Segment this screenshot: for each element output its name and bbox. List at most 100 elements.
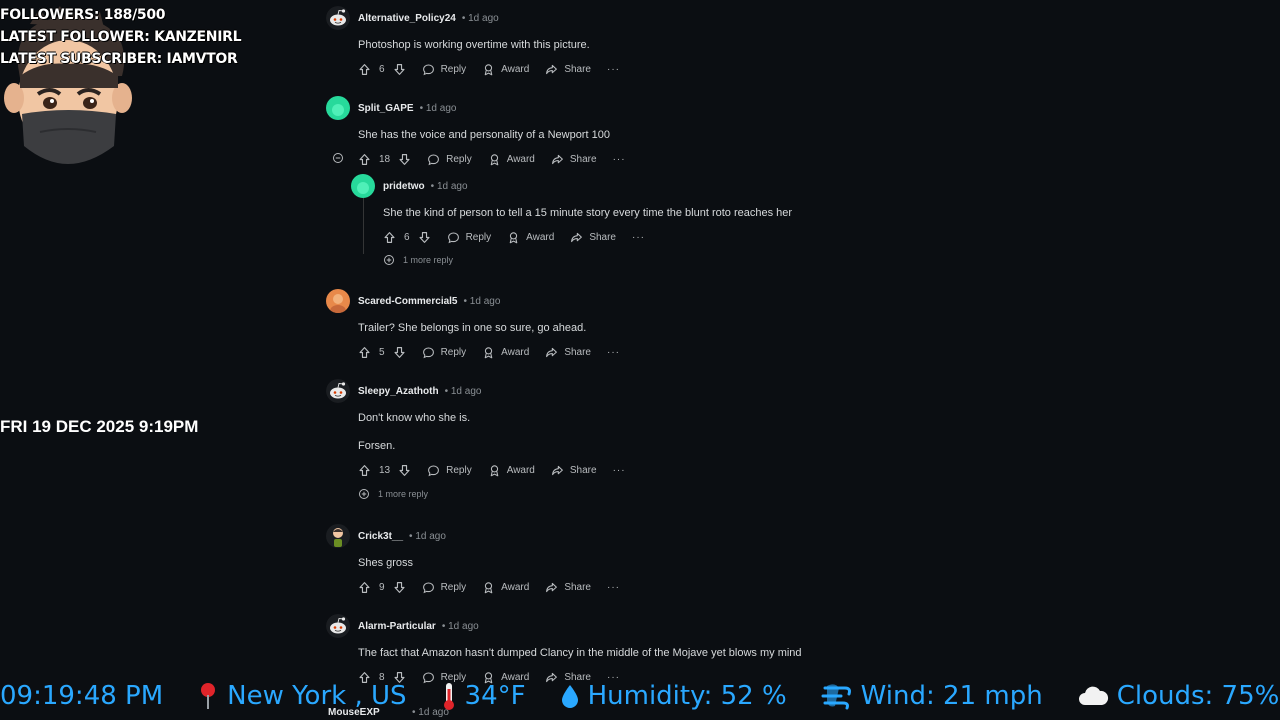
award-button[interactable]: Award: [507, 231, 554, 244]
share-button[interactable]: Share: [545, 346, 591, 359]
comment-username[interactable]: Scared-Commercial5: [358, 296, 458, 307]
comment-actions: 5 Reply Award Share ···: [358, 342, 620, 362]
user-avatar-icon[interactable]: [326, 379, 350, 403]
comment-text: She the kind of person to tell a 15 minu…: [383, 207, 793, 219]
downvote-icon[interactable]: [393, 63, 406, 76]
more-options-button[interactable]: ···: [607, 582, 620, 593]
upvote-icon[interactable]: [383, 231, 396, 244]
user-avatar-icon[interactable]: [326, 524, 350, 548]
reply-button[interactable]: Reply: [422, 581, 466, 594]
upvote-icon[interactable]: [358, 63, 371, 76]
downvote-icon[interactable]: [398, 464, 411, 477]
comment-username[interactable]: pridetwo: [383, 181, 425, 192]
reply-button[interactable]: Reply: [422, 346, 466, 359]
share-button[interactable]: Share: [545, 63, 591, 76]
droplet-icon: [561, 685, 578, 708]
share-button[interactable]: Share: [570, 231, 616, 244]
comment-thread: Alternative_Policy24 • 1d ago Photoshop …: [0, 0, 1280, 720]
award-icon: [482, 63, 495, 76]
expand-icon: [383, 254, 395, 266]
downvote-icon[interactable]: [418, 231, 431, 244]
latest-follower: LATEST FOLLOWER: KANZENIRL: [0, 29, 242, 45]
share-icon: [545, 581, 558, 594]
user-avatar-icon[interactable]: [351, 174, 375, 198]
award-button[interactable]: Award: [488, 153, 535, 166]
comment-username[interactable]: Alternative_Policy24: [358, 13, 456, 24]
comment: Crick3t__ • 1d ago Shes gross 9 Reply Aw…: [326, 524, 620, 597]
vote-control: 5: [358, 346, 406, 359]
award-button[interactable]: Award: [488, 464, 535, 477]
comment-username[interactable]: Alarm-Particular: [358, 621, 436, 632]
share-icon: [545, 63, 558, 76]
more-options-button[interactable]: ···: [613, 154, 626, 165]
vote-control: 9: [358, 581, 406, 594]
ticker-temperature: 34°F: [441, 681, 526, 711]
user-avatar-icon[interactable]: [326, 289, 350, 313]
vote-count: 6: [379, 63, 385, 75]
comment-timestamp: • 1d ago: [461, 12, 499, 24]
date-time-overlay: FRI 19 DEC 2025 9:19PM: [0, 417, 199, 436]
downvote-icon[interactable]: [398, 153, 411, 166]
reply-button[interactable]: Reply: [427, 153, 472, 166]
more-options-button[interactable]: ···: [607, 64, 620, 75]
comment-text: Photoshop is working overtime with this …: [358, 39, 590, 51]
reply-button[interactable]: Reply: [427, 464, 472, 477]
share-button[interactable]: Share: [551, 464, 597, 477]
upvote-icon[interactable]: [358, 464, 371, 477]
reply-icon: [447, 231, 460, 244]
reply-icon: [427, 153, 440, 166]
comment-username[interactable]: Split_GAPE: [358, 103, 414, 114]
award-button[interactable]: Award: [482, 581, 529, 594]
user-avatar-icon[interactable]: [326, 96, 350, 120]
award-button[interactable]: Award: [482, 346, 529, 359]
followers-count: FOLLOWERS: 188/500: [0, 7, 166, 23]
user-avatar-icon[interactable]: [326, 6, 350, 30]
share-icon: [570, 231, 583, 244]
comment-text: The fact that Amazon hasn't dumped Clanc…: [358, 647, 802, 659]
downvote-icon[interactable]: [393, 581, 406, 594]
vote-count: 18: [379, 153, 391, 165]
vote-count: 9: [379, 581, 385, 593]
expand-icon: [358, 488, 370, 500]
comment-text: Trailer? She belongs in one so sure, go …: [358, 322, 587, 334]
reply-icon: [422, 346, 435, 359]
downvote-icon[interactable]: [393, 346, 406, 359]
comment-username[interactable]: Sleepy_Azathoth: [358, 386, 439, 397]
more-replies-link[interactable]: 1 more reply: [358, 488, 428, 500]
reply-icon: [422, 63, 435, 76]
user-avatar-icon[interactable]: [326, 614, 350, 638]
pin-icon: [201, 683, 216, 709]
award-icon: [507, 231, 520, 244]
award-icon: [482, 346, 495, 359]
cloud-icon: [1078, 686, 1108, 705]
upvote-icon[interactable]: [358, 153, 371, 166]
reply-button[interactable]: Reply: [447, 231, 491, 244]
comment: Alternative_Policy24 • 1d ago Photoshop …: [326, 6, 620, 79]
share-icon: [551, 153, 564, 166]
more-options-button[interactable]: ···: [632, 232, 645, 243]
more-replies-link[interactable]: 1 more reply: [383, 254, 453, 266]
more-options-button[interactable]: ···: [613, 465, 626, 476]
award-button[interactable]: Award: [482, 63, 529, 76]
award-icon: [488, 464, 501, 477]
collapse-thread-icon[interactable]: [332, 152, 344, 164]
award-icon: [482, 581, 495, 594]
share-button[interactable]: Share: [551, 153, 597, 166]
stream-stats: FOLLOWERS: 188/500 LATEST FOLLOWER: KANZ…: [0, 4, 242, 70]
wind-icon: [821, 684, 851, 710]
upvote-icon[interactable]: [358, 346, 371, 359]
comment-timestamp: • 1d ago: [444, 385, 482, 397]
reply-button[interactable]: Reply: [422, 63, 466, 76]
latest-subscriber: LATEST SUBSCRIBER: IAMVTOR: [0, 51, 238, 67]
ticker-humidity: Humidity: 52 %: [560, 681, 787, 711]
comment-username[interactable]: Crick3t__: [358, 531, 403, 542]
comment-timestamp: • 1d ago: [419, 102, 457, 114]
more-options-button[interactable]: ···: [607, 347, 620, 358]
reply-icon: [422, 581, 435, 594]
upvote-icon[interactable]: [358, 581, 371, 594]
ticker-clouds: Clouds: 75%: [1077, 681, 1279, 711]
share-button[interactable]: Share: [545, 581, 591, 594]
vote-control: 6: [383, 231, 431, 244]
weather-ticker: 09:19:48 PM New York , US 34°F Humidity:…: [0, 676, 1280, 716]
comment-timestamp: • 1d ago: [409, 530, 446, 542]
